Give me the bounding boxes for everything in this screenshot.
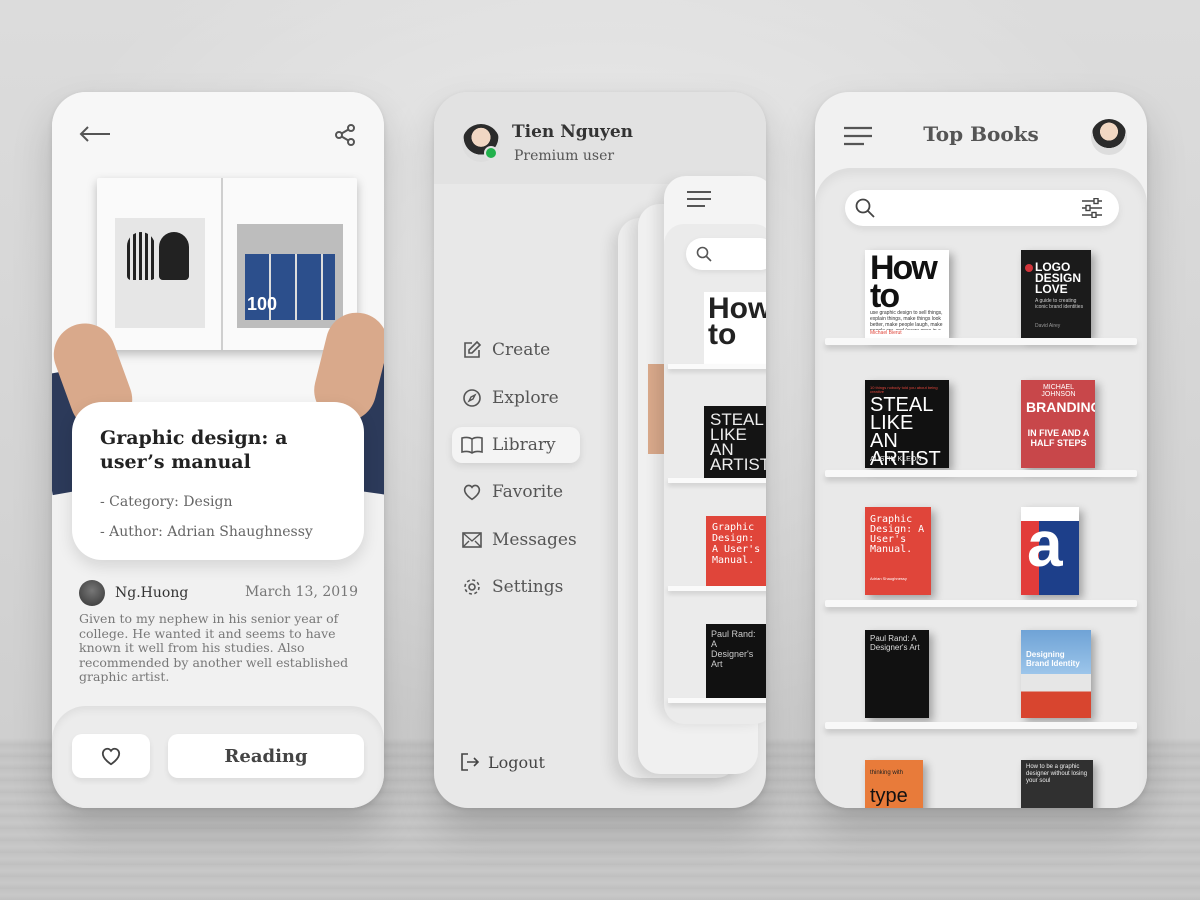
edit-icon	[452, 340, 492, 360]
avatar	[79, 580, 105, 606]
book-how-to-be-a-graphic-designer[interactable]: How to be a graphic designer without los…	[1021, 760, 1093, 808]
logout-button[interactable]: Logout	[460, 752, 545, 772]
book-info-card: Graphic design: a user’s manual - Catego…	[72, 402, 364, 560]
back-arrow-icon[interactable]	[78, 122, 112, 146]
book-steal-like-an-artist[interactable]: 10 things nobody told you about being cr…	[865, 380, 949, 468]
compass-icon	[452, 388, 492, 408]
book-graphic-design-users-manual[interactable]: Graphic Design: A User's Manual. Adrian …	[865, 507, 931, 595]
book-detail-screen: 100 Graphic design: a user’s manual - Ca…	[52, 92, 384, 808]
logout-icon	[461, 753, 480, 771]
shelf	[825, 600, 1137, 607]
review-date: March 13, 2019	[244, 584, 358, 600]
search-bar[interactable]	[845, 190, 1119, 226]
reviewer: Ng.Huong	[79, 580, 188, 606]
book-title: Graphic design: a user’s manual	[100, 427, 288, 473]
favorite-button[interactable]	[72, 734, 150, 778]
logout-label: Logout	[488, 752, 545, 772]
reviewer-name: Ng.Huong	[115, 585, 189, 601]
book-a[interactable]: a	[1021, 507, 1079, 595]
book-how-to[interactable]: How to use graphic design to sell things…	[865, 250, 949, 338]
filter-icon[interactable]	[1081, 198, 1103, 218]
menu-screen: Tien Nguyen Premium user How to STEAL LIKE…	[434, 92, 766, 808]
menu-label: Favorite	[492, 482, 564, 502]
mail-icon	[452, 532, 492, 548]
reading-button[interactable]: Reading	[168, 734, 364, 778]
user-name: Tien Nguyen	[512, 122, 634, 142]
review-text: Given to my nephew in his senior year of…	[79, 611, 349, 684]
online-indicator	[484, 146, 498, 160]
menu-label: Messages	[492, 530, 577, 550]
book-thinking-with-type[interactable]: thinking with type	[865, 760, 923, 808]
shelf	[825, 722, 1137, 729]
gear-icon	[452, 577, 492, 597]
menu-item-favorite[interactable]: Favorite	[452, 474, 580, 510]
book-logo-design-love[interactable]: LOGO DESIGN LOVE A guide to creating ico…	[1021, 250, 1091, 338]
book-category: - Category: Design	[100, 494, 233, 510]
menu-item-explore[interactable]: Explore	[452, 380, 580, 416]
menu-label: Create	[492, 340, 551, 360]
avatar[interactable]	[1091, 119, 1127, 155]
heart-icon	[452, 483, 492, 501]
open-book-image: 100	[97, 178, 357, 350]
preview-card-front[interactable]: How to STEAL LIKE AN ARTIST Graphic Design: A…	[664, 176, 766, 724]
menu-label: Explore	[492, 388, 559, 408]
book-paul-rand[interactable]: Paul Rand: A Designer's Art	[865, 630, 929, 718]
user-role: Premium user	[514, 148, 615, 164]
menu-item-settings[interactable]: Settings	[452, 569, 580, 605]
shelf	[825, 470, 1137, 477]
top-books-screen: Top Books How to use graphic design to s…	[815, 92, 1147, 808]
menu-item-create[interactable]: Create	[452, 332, 580, 368]
menu-item-library[interactable]: Library	[452, 427, 580, 463]
search-icon[interactable]	[855, 198, 875, 218]
book-author: - Author: Adrian Shaughnessy	[100, 524, 313, 540]
book-designing-brand-identity[interactable]: Designing Brand Identity	[1021, 630, 1091, 718]
heart-icon	[101, 747, 121, 766]
menu-item-messages[interactable]: Messages	[452, 522, 602, 558]
hamburger-icon	[687, 191, 711, 207]
menu-label: Settings	[492, 577, 564, 597]
shelf	[825, 338, 1137, 345]
book-open-icon	[452, 436, 492, 454]
action-bar: Reading	[52, 706, 384, 808]
book-branding[interactable]: MICHAEL JOHNSON BRANDING IN FIVE AND A H…	[1021, 380, 1095, 468]
share-icon[interactable]	[332, 122, 358, 148]
menu-label: Library	[492, 435, 556, 455]
